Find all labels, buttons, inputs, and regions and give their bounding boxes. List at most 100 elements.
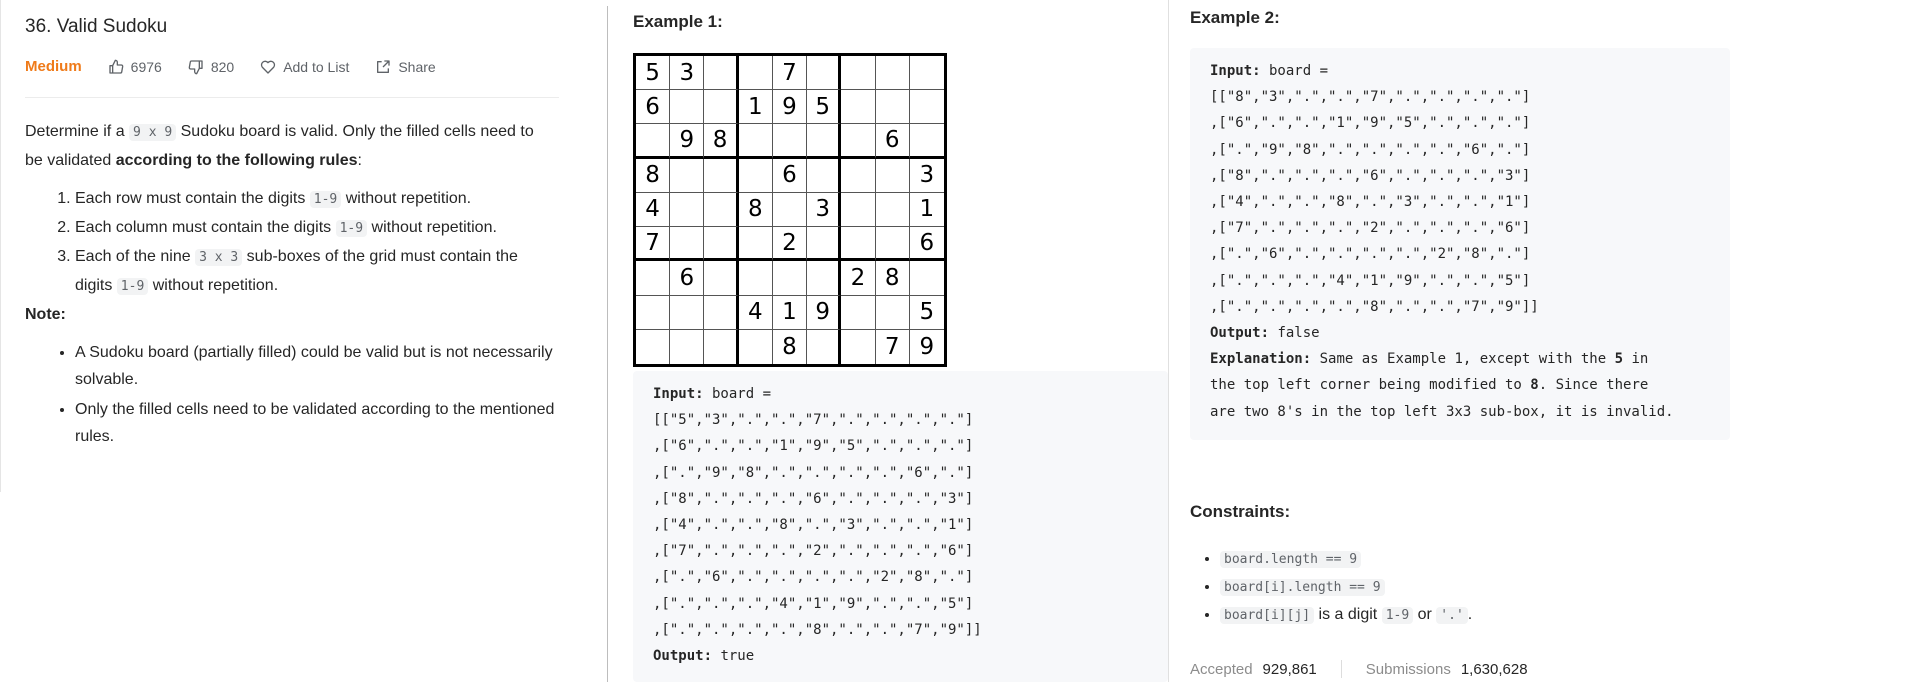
sudoku-cell: 7: [876, 329, 910, 364]
sudoku-cell: [841, 295, 876, 330]
sudoku-cell: 8: [704, 124, 739, 159]
note-item: Only the filled cells need to be validat…: [75, 396, 555, 450]
sudoku-cell: [807, 158, 842, 193]
sudoku-cell: 6: [875, 124, 910, 159]
sudoku-cell: [738, 227, 773, 262]
submission-stats: Accepted 929,861 Submissions 1,630,628: [1190, 660, 1528, 678]
inline-code: 3 x 3: [195, 249, 243, 266]
sudoku-cell: 6: [636, 90, 671, 125]
explanation-text: in: [1623, 351, 1649, 368]
sudoku-cell: [670, 192, 705, 228]
sudoku-cell: 8: [738, 192, 773, 228]
explanation-text: . Since there: [1538, 377, 1649, 394]
constraints-heading: Constraints:: [1190, 502, 1291, 521]
share-button[interactable]: Share: [375, 59, 436, 75]
explanation-text: are two 8's in the top left 3x3 sub-box,…: [1210, 403, 1674, 420]
constraints-list: board.length == 9 board[i].length == 9 b…: [1190, 545, 1472, 629]
board-line: ,[".","6",".",".",".",".","2","8","."]: [653, 569, 974, 586]
problem-title: 36. Valid Sudoku: [25, 16, 168, 37]
notes-list: A Sudoku board (partially filled) could …: [25, 339, 555, 450]
sudoku-cell: [875, 192, 910, 228]
board-line: ,["8",".",".",".","6",".",".",".","3"]: [1210, 167, 1531, 184]
thumbs-up-icon: [109, 59, 124, 74]
like-count: 6976: [130, 58, 162, 75]
example-2-code: Input: board = [["8","3",".",".","7","."…: [1190, 48, 1730, 440]
constraint-text: is a digit: [1314, 606, 1382, 623]
accepted-count: 929,861: [1262, 660, 1317, 678]
sudoku-cell: [909, 261, 944, 296]
output-label: Output:: [653, 648, 713, 665]
explanation-bold: 8: [1530, 377, 1539, 394]
sudoku-cell: [704, 56, 739, 91]
intro-bold: according to the following rules: [115, 152, 358, 169]
add-to-list-label: Add to List: [283, 58, 350, 75]
sudoku-cell: [704, 329, 739, 364]
board-line: ,[".",".",".",".","8",".",".","7","9"]]: [653, 621, 982, 638]
board-line: ,["4",".",".","8",".","3",".",".","1"]: [1210, 194, 1531, 211]
sudoku-cell: [739, 329, 773, 364]
rule-text: without repetition.: [148, 277, 279, 294]
meta-divider: [25, 97, 559, 98]
rule-text: Each row must contain the digits: [75, 190, 310, 207]
sudoku-board-image: 537619598686348317266284195879: [633, 53, 947, 367]
sudoku-cell: [636, 295, 671, 330]
sudoku-cell: [772, 192, 808, 228]
sudoku-cell: [909, 124, 944, 159]
board-line: ,[".","9","8",".",".",".",".","6","."]: [1210, 141, 1531, 158]
sudoku-cell: [704, 295, 739, 330]
sudoku-cell: [738, 56, 773, 91]
rule-text: Each column must contain the digits: [75, 219, 336, 236]
inline-code: '.': [1436, 607, 1468, 624]
inline-code: 1-9: [309, 191, 342, 208]
board-line: ,[".","9","8",".",".",".",".","6","."]: [653, 464, 974, 481]
sudoku-cell: [841, 158, 876, 193]
board-line: ,[".",".",".",".","8",".",".","7","9"]]: [1210, 298, 1539, 315]
sudoku-cell: 5: [807, 90, 842, 125]
explanation-text: the top left corner being modified to: [1210, 377, 1531, 394]
sudoku-cell: 8: [636, 158, 671, 193]
sudoku-cell: 6: [909, 227, 944, 262]
board-line: ,["7",".",".",".","2",".",".",".","6"]: [1210, 220, 1531, 237]
constraint-item: board[i][j] is a digit 1-9 or '.'.: [1220, 601, 1472, 629]
add-to-list-button[interactable]: Add to List: [260, 59, 349, 75]
sudoku-cell: [841, 329, 876, 364]
inline-code: 1-9: [1381, 607, 1414, 624]
problem-statement: Determine if a 9 x 9 Sudoku board is val…: [25, 118, 555, 453]
accepted-label: Accepted: [1190, 660, 1253, 678]
sudoku-cell: [841, 90, 876, 125]
sudoku-cell: [875, 158, 910, 193]
sudoku-cell: [670, 295, 705, 330]
sudoku-cell: 4: [636, 192, 671, 228]
sudoku-cell: 6: [670, 261, 705, 296]
sudoku-cell: [807, 227, 842, 262]
board-line: ,[".",".",".","4","1","9",".",".","5"]: [1210, 272, 1531, 289]
sudoku-cell: [670, 90, 705, 125]
dislike-button[interactable]: 820: [188, 59, 234, 75]
sudoku-cell: [909, 90, 944, 125]
sudoku-cell: [807, 56, 842, 91]
thumbs-down-icon: [188, 59, 203, 74]
board-line: ,[".","6",".",".",".",".","2","8","."]: [1210, 246, 1531, 263]
input-label: Input:: [1210, 63, 1261, 79]
column-divider[interactable]: [1168, 0, 1169, 682]
intro-text: Determine if a: [25, 123, 130, 140]
board-line: ,["8",".",".",".","6",".",".",".","3"]: [653, 490, 974, 507]
sudoku-cell: 1: [772, 295, 808, 330]
inline-code: 1-9: [335, 220, 368, 237]
rule-text: without repetition.: [367, 219, 497, 236]
sudoku-cell: [636, 261, 671, 296]
output-value: false: [1269, 325, 1320, 342]
like-button[interactable]: 6976: [108, 59, 162, 75]
sudoku-cell: [909, 56, 944, 91]
dislike-count: 820: [210, 58, 235, 75]
column-divider[interactable]: [607, 6, 608, 682]
sudoku-cell: 5: [909, 296, 944, 330]
intro-paragraph: Determine if a 9 x 9 Sudoku board is val…: [25, 118, 555, 175]
sudoku-cell: [704, 227, 739, 262]
rule-item: Each row must contain the digits 1-9 wit…: [75, 185, 555, 214]
sudoku-cell: [636, 329, 671, 364]
sudoku-cell: [704, 192, 739, 228]
sudoku-cell: [704, 261, 739, 296]
problem-description-panel: 36. Valid Sudoku Medium 6976 820 Add to …: [0, 0, 610, 492]
sudoku-cell: 7: [772, 56, 808, 91]
